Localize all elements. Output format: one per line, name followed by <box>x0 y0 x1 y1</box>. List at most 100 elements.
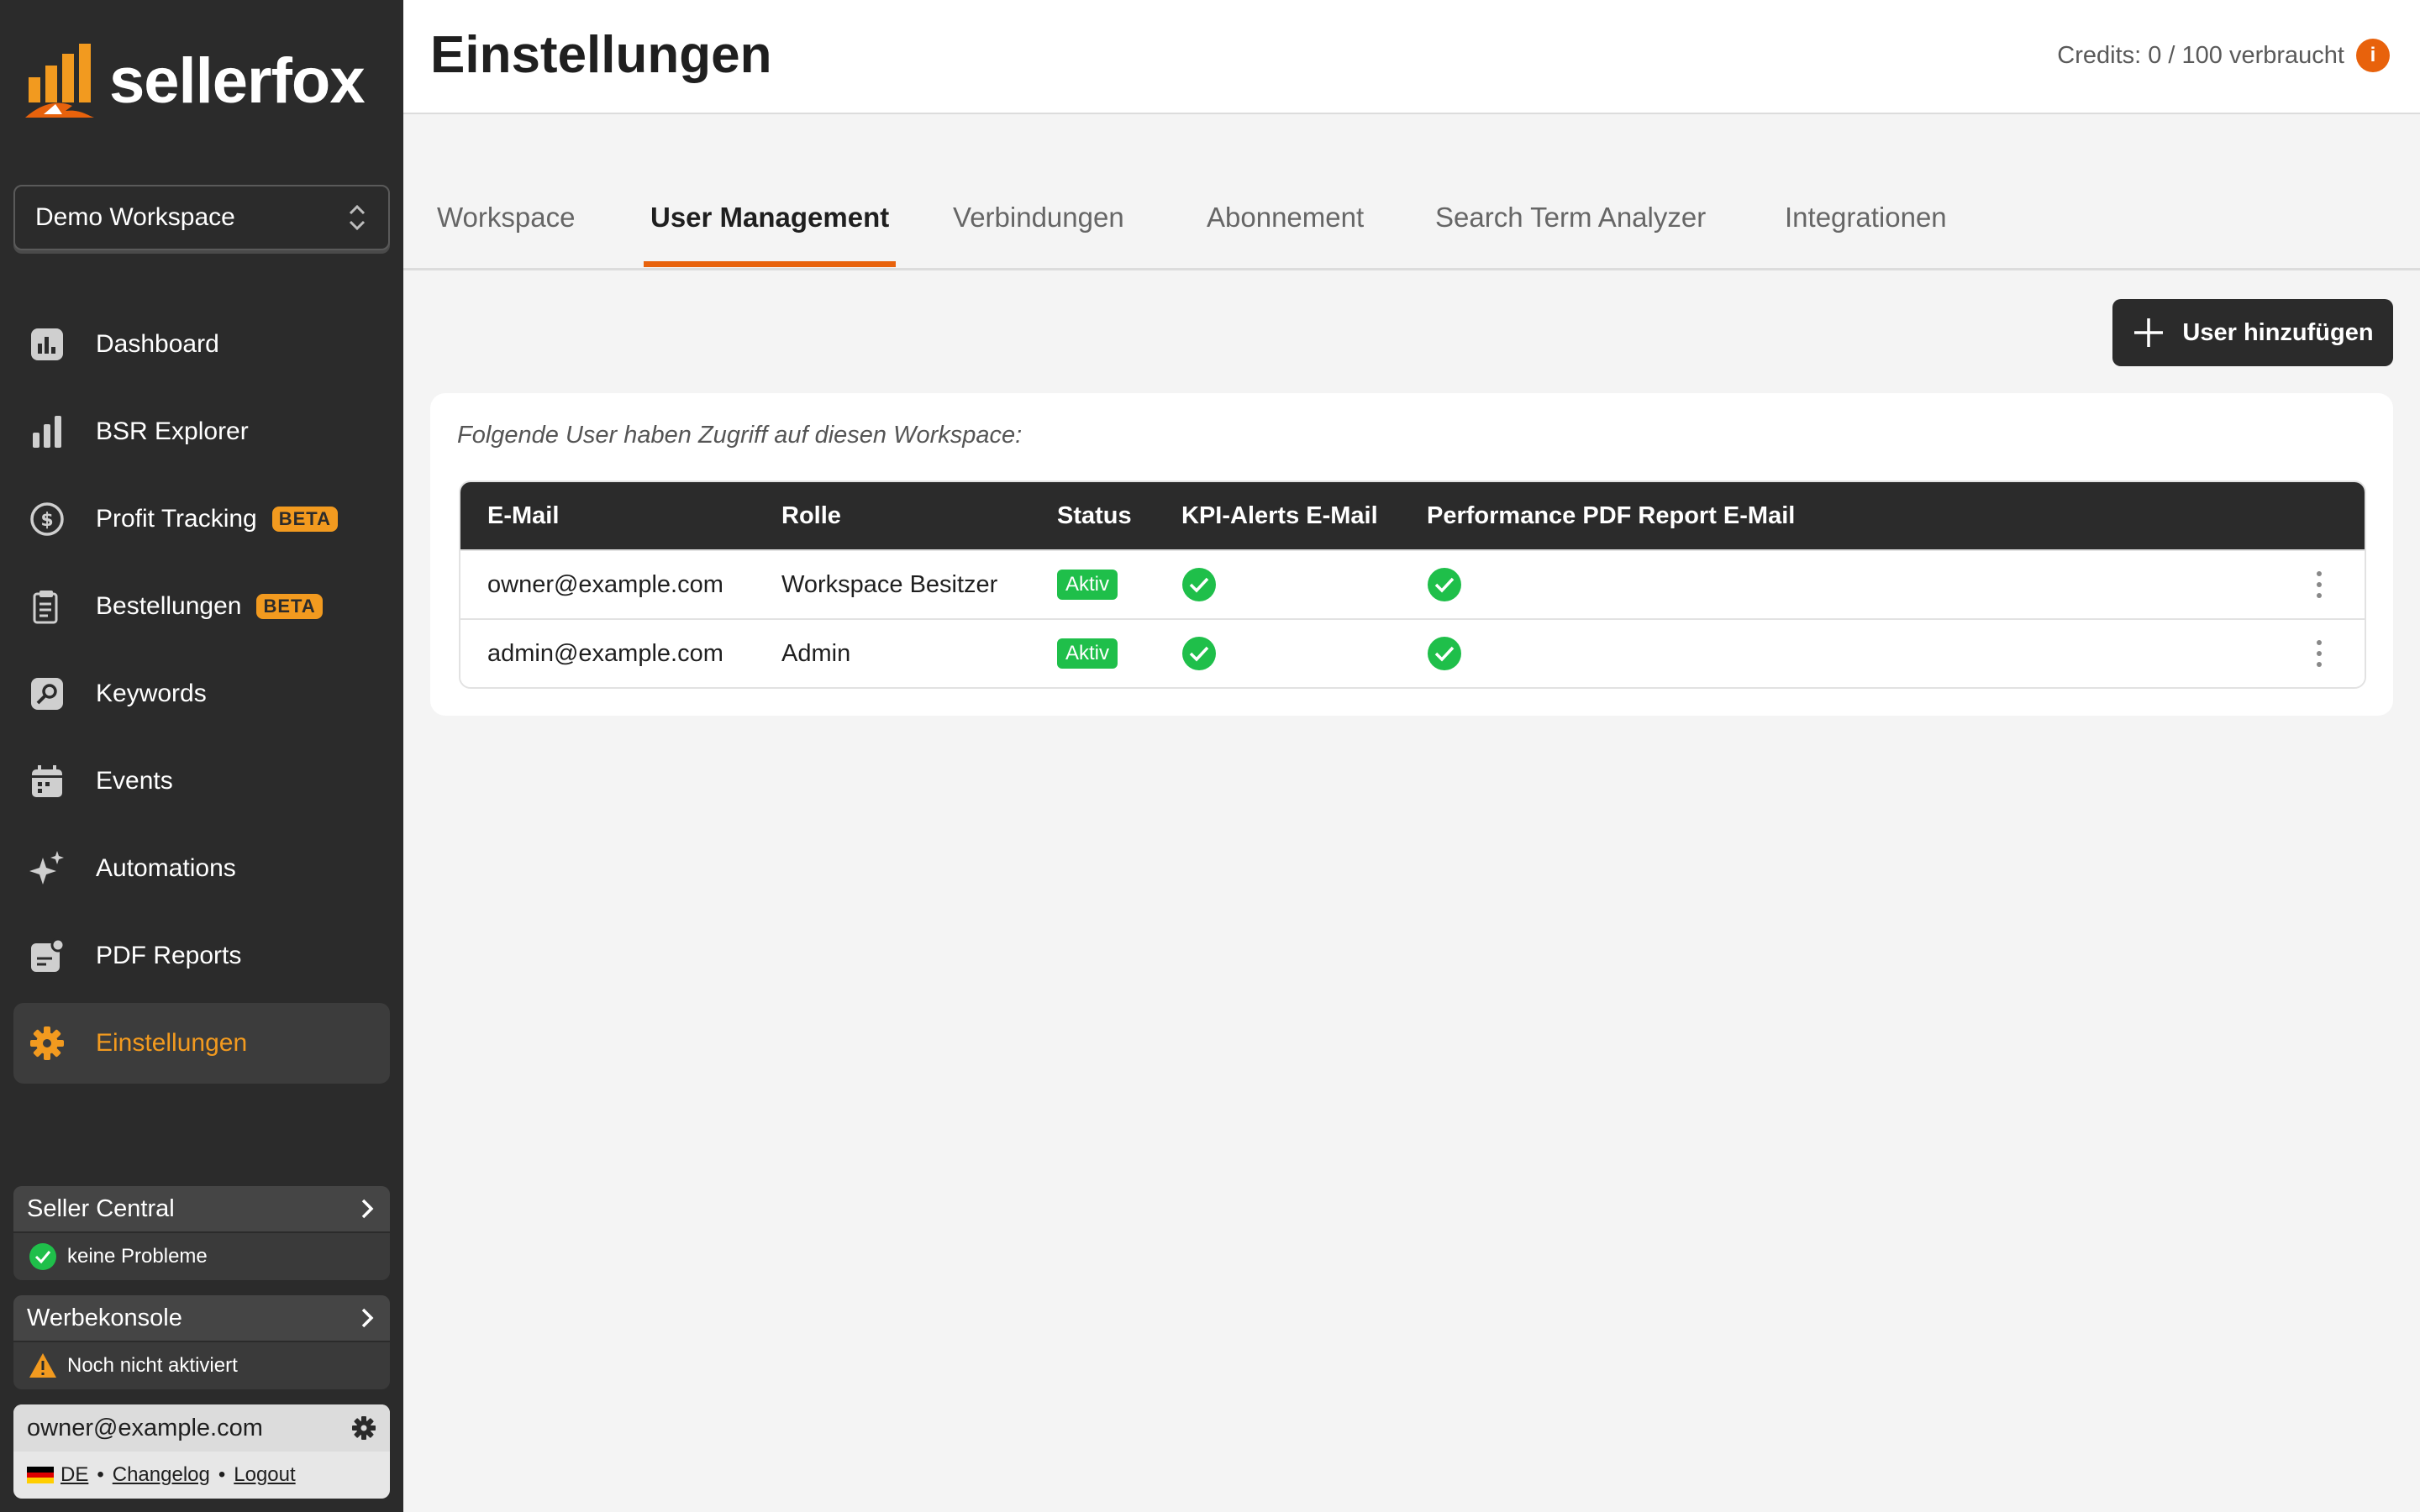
tab-verbindungen[interactable]: Verbindungen <box>946 197 1131 267</box>
check-circle-icon <box>29 1243 56 1270</box>
page-title: Einstellungen <box>430 26 772 84</box>
credits-indicator: Credits: 0 / 100 verbraucht i <box>2057 39 2390 72</box>
column-header-role: Rolle <box>781 501 841 529</box>
language-link[interactable]: DE <box>60 1463 88 1487</box>
tab-integrationen[interactable]: Integrationen <box>1778 197 1954 267</box>
user-panel: owner@example.com DE • Changelog • Logou… <box>13 1404 390 1499</box>
settings-tabs: Workspace User Management Verbindungen A… <box>403 185 2420 270</box>
gear-icon <box>29 1025 66 1062</box>
sidebar-item-pdf-reports[interactable]: PDF Reports <box>13 916 390 996</box>
kpi-alerts-check-icon <box>1181 620 1217 687</box>
workspace-selector-label: Demo Workspace <box>35 203 235 231</box>
sidebar-item-bestellungen[interactable]: Bestellungen BETA <box>13 566 390 647</box>
column-header-kpi-alerts: KPI-Alerts E-Mail <box>1181 501 1378 529</box>
sidebar-item-label: Keywords <box>96 680 207 707</box>
user-email-cell: owner@example.com <box>487 570 723 598</box>
werbekonsole-status: Werbekonsole Noch nicht aktiviert <box>13 1295 390 1389</box>
users-card: Folgende User haben Zugriff auf diesen W… <box>430 393 2393 716</box>
logout-link[interactable]: Logout <box>234 1463 295 1487</box>
user-settings-gear-icon[interactable] <box>351 1415 376 1441</box>
users-table: E-Mail Rolle Status KPI-Alerts E-Mail Pe… <box>459 480 2366 689</box>
sidebar: sellerfox Demo Workspace Dashboard BSR E… <box>0 0 403 1512</box>
report-icon <box>29 937 66 974</box>
status-cell: Aktiv <box>1057 551 1118 618</box>
werbekonsole-status-text: Noch nicht aktiviert <box>67 1354 238 1377</box>
status-badge: Aktiv <box>1057 570 1118 600</box>
bar-chart-icon <box>29 413 66 450</box>
sparkle-icon <box>29 850 66 887</box>
sidebar-item-automations[interactable]: Automations <box>13 828 390 909</box>
werbekonsole-title: Werbekonsole <box>27 1304 182 1331</box>
user-panel-footer: DE • Changelog • Logout <box>13 1452 390 1499</box>
tab-user-management[interactable]: User Management <box>644 197 897 267</box>
separator: • <box>218 1463 226 1486</box>
status-badge: Aktiv <box>1057 638 1118 669</box>
column-header-pdf-report: Performance PDF Report E-Mail <box>1427 501 1796 529</box>
sellerfox-logo-icon <box>25 44 94 118</box>
tab-workspace[interactable]: Workspace <box>430 197 581 267</box>
seller-central-link[interactable]: Seller Central <box>13 1186 390 1231</box>
chevron-right-icon <box>361 1308 374 1328</box>
sidebar-item-label: BSR Explorer <box>96 417 249 445</box>
pdf-report-check-icon <box>1427 620 1462 687</box>
sidebar-item-label: Bestellungen <box>96 592 242 620</box>
column-header-email: E-Mail <box>487 501 560 529</box>
kpi-alerts-check-icon <box>1181 551 1217 618</box>
table-row: admin@example.com Admin Aktiv <box>460 618 2365 687</box>
info-icon[interactable]: i <box>2356 39 2390 72</box>
seller-central-status: Seller Central keine Probleme <box>13 1186 390 1280</box>
sidebar-item-dashboard[interactable]: Dashboard <box>13 304 390 385</box>
dollar-icon: $ <box>29 501 66 538</box>
dashboard-icon <box>29 326 66 363</box>
beta-badge: BETA <box>271 507 338 532</box>
sidebar-item-einstellungen[interactable]: Einstellungen <box>13 1003 390 1084</box>
user-role-cell: Workspace Besitzer <box>781 570 998 598</box>
brand-name: sellerfox <box>109 45 366 117</box>
sidebar-item-profit-tracking[interactable]: $ Profit Tracking BETA <box>13 479 390 559</box>
page-header: Einstellungen Credits: 0 / 100 verbrauch… <box>403 0 2420 114</box>
sidebar-item-keywords[interactable]: Keywords <box>13 654 390 734</box>
sidebar-item-bsr-explorer[interactable]: BSR Explorer <box>13 391 390 472</box>
warning-icon <box>29 1353 56 1378</box>
user-email-cell: admin@example.com <box>487 639 723 667</box>
werbekonsole-status-row: Noch nicht aktiviert <box>13 1341 390 1389</box>
clipboard-icon <box>29 588 66 625</box>
table-row: owner@example.com Workspace Besitzer Akt… <box>460 549 2365 618</box>
chevron-up-down-icon <box>349 204 366 231</box>
seller-central-title: Seller Central <box>27 1194 175 1222</box>
sidebar-item-label: PDF Reports <box>96 942 242 969</box>
status-cell: Aktiv <box>1057 620 1118 687</box>
beta-badge: BETA <box>256 594 323 619</box>
logo[interactable]: sellerfox <box>25 40 366 121</box>
sidebar-item-events[interactable]: Events <box>13 741 390 822</box>
svg-text:$: $ <box>40 510 53 531</box>
german-flag-icon <box>27 1467 54 1484</box>
user-role-cell: Admin <box>781 639 851 667</box>
pdf-report-check-icon <box>1427 551 1462 618</box>
row-menu-icon[interactable] <box>2314 620 2324 687</box>
credits-text: Credits: 0 / 100 verbraucht <box>2057 41 2344 69</box>
chevron-right-icon <box>361 1199 374 1219</box>
tab-abonnement[interactable]: Abonnement <box>1200 197 1370 267</box>
row-menu-icon[interactable] <box>2314 551 2324 618</box>
sidebar-item-label: Automations <box>96 854 236 882</box>
add-user-button[interactable]: User hinzufügen <box>2112 299 2393 366</box>
changelog-link[interactable]: Changelog <box>113 1463 210 1487</box>
tab-search-term-analyzer[interactable]: Search Term Analyzer <box>1428 197 1712 267</box>
table-header: E-Mail Rolle Status KPI-Alerts E-Mail Pe… <box>460 482 2365 549</box>
user-email: owner@example.com <box>27 1414 263 1441</box>
add-user-label: User hinzufügen <box>2182 318 2374 346</box>
users-intro-text: Folgende User haben Zugriff auf diesen W… <box>457 422 1023 449</box>
separator: • <box>97 1463 104 1486</box>
werbekonsole-link[interactable]: Werbekonsole <box>13 1295 390 1341</box>
workspace-selector[interactable]: Demo Workspace <box>13 185 390 250</box>
sidebar-item-label: Events <box>96 767 173 795</box>
plus-icon <box>2134 318 2164 347</box>
sidebar-item-label: Profit Tracking <box>96 505 257 533</box>
seller-central-status-row: keine Probleme <box>13 1231 390 1280</box>
key-icon <box>29 675 66 712</box>
sidebar-item-label: Dashboard <box>96 330 219 358</box>
sidebar-nav: Dashboard BSR Explorer $ Profit Tracking… <box>13 304 390 1090</box>
seller-central-status-text: keine Probleme <box>67 1245 208 1268</box>
calendar-icon <box>29 763 66 800</box>
